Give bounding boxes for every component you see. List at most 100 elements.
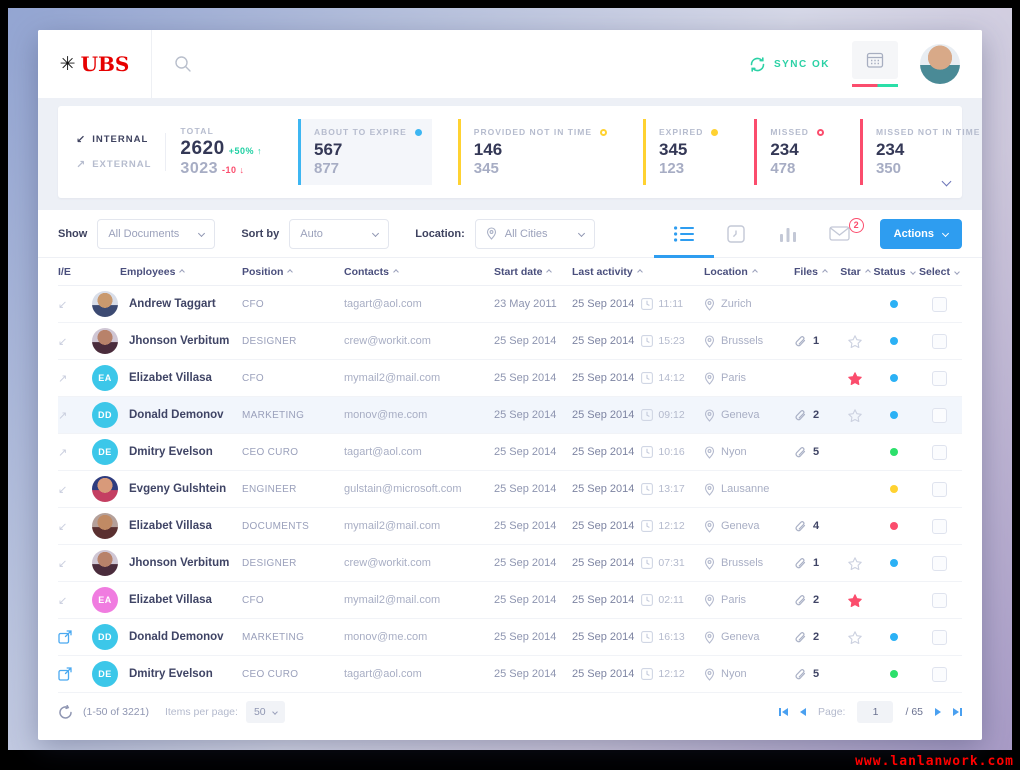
employee-position: DOCUMENTS — [242, 520, 310, 532]
location-pin-icon — [704, 630, 715, 644]
activity-date: 25 Sep 2014 — [572, 298, 635, 310]
employee-email: mymail2@mail.com — [344, 372, 441, 384]
table-row[interactable]: ↙ Andrew Taggart CFO tagart@aol.com 23 May 2… — [58, 286, 962, 323]
table-row[interactable]: ↗ EA Elizabet Villasa CFO mymail2@mail.com 25… — [58, 360, 962, 397]
employee-email: gulstain@microsoft.com — [344, 483, 462, 495]
column-header-position[interactable]: Position — [242, 266, 344, 278]
prev-page-button[interactable] — [800, 708, 807, 716]
page-input[interactable] — [857, 701, 894, 723]
table-row[interactable]: ↗ DD Donald Demonov MARKETING monov@me.com 25… — [58, 397, 962, 434]
clock-icon — [641, 594, 654, 606]
stat-card-expired[interactable]: EXPIRED 345 123 — [643, 119, 728, 185]
table-row[interactable]: ↙ Elizabet Villasa DOCUMENTS mymail2@mail.c… — [58, 508, 962, 545]
row-checkbox[interactable] — [931, 629, 947, 645]
table-row[interactable]: ↙ Jhonson Verbitum DESIGNER crew@workit.com… — [58, 323, 962, 360]
stat-sub-value: 478 — [770, 160, 796, 177]
actions-button[interactable]: Actions — [879, 218, 962, 249]
next-page-button[interactable] — [935, 708, 941, 716]
employee-name: Jhonson Verbitum — [129, 557, 230, 569]
star-icon[interactable] — [848, 334, 862, 348]
table-header-row: I/E Employees Position Contacts Start date La… — [58, 258, 962, 286]
column-header-employees[interactable]: Employees — [92, 266, 242, 278]
employee-position: DESIGNER — [242, 557, 297, 569]
table-row[interactable]: ↙ EA Elizabet Villasa CFO mymail2@mail.com 25… — [58, 582, 962, 619]
tab-chart-view[interactable] — [762, 210, 814, 258]
user-avatar[interactable] — [920, 44, 960, 84]
row-checkbox[interactable] — [931, 444, 947, 460]
ubs-logo[interactable]: ✳ UBS — [38, 30, 152, 98]
stat-card-about-to-expire[interactable]: ABOUT TO EXPIRE 567 877 — [298, 119, 432, 185]
employee-name: Donald Demonov — [129, 409, 224, 421]
external-link-icon[interactable] — [58, 667, 72, 681]
ubs-logo-text: UBS — [80, 52, 130, 76]
star-icon[interactable] — [848, 371, 862, 385]
column-header-status[interactable]: Status — [872, 266, 916, 278]
row-checkbox[interactable] — [931, 481, 947, 497]
location-pin-icon — [704, 519, 715, 533]
chevron-down-icon — [198, 229, 206, 238]
table-row[interactable]: ↗ DE Dmitry Evelson CEO CURO tagart@aol.com 2… — [58, 434, 962, 471]
column-header-last-activity[interactable]: Last activity — [572, 266, 704, 278]
items-per-page-select[interactable]: 50 — [245, 701, 285, 723]
star-icon[interactable] — [848, 630, 862, 644]
column-header-files[interactable]: Files — [794, 266, 838, 278]
stat-value: 234 — [875, 140, 905, 159]
stats-collapse-button[interactable] — [941, 172, 952, 190]
row-checkbox[interactable] — [931, 518, 947, 534]
table-row[interactable]: ↙ Jhonson Verbitum DESIGNER crew@workit.com… — [58, 545, 962, 582]
row-checkbox[interactable] — [931, 370, 947, 386]
star-icon[interactable] — [848, 556, 862, 570]
row-checkbox[interactable] — [931, 296, 947, 312]
star-icon[interactable] — [848, 408, 862, 422]
stat-card-provided-not-in-time[interactable]: PROVIDED NOT IN TIME 146 345 — [457, 119, 617, 185]
location-select[interactable]: All Cities — [474, 218, 595, 249]
activity-date: 25 Sep 2014 — [572, 372, 635, 384]
employee-avatar: DE — [92, 439, 118, 465]
column-header-star[interactable]: Star — [838, 266, 872, 278]
row-checkbox[interactable] — [931, 666, 947, 682]
external-link-icon[interactable] — [58, 630, 72, 644]
column-header-location[interactable]: Location — [704, 266, 794, 278]
employees-table: I/E Employees Position Contacts Start date La… — [38, 258, 982, 693]
column-label: I/E — [58, 265, 71, 278]
row-checkbox[interactable] — [931, 555, 947, 571]
stat-label: MISSED — [770, 127, 809, 137]
row-checkbox[interactable] — [931, 592, 947, 608]
documents-select[interactable]: All Documents — [97, 218, 216, 249]
status-dot-blue — [890, 633, 898, 641]
last-page-button[interactable] — [953, 708, 962, 716]
employee-email: mymail2@mail.com — [344, 520, 441, 532]
external-arrow-icon: ↗ — [58, 409, 68, 422]
internal-row[interactable]: ↙ INTERNAL — [76, 133, 151, 146]
tab-mail-view[interactable]: 2 — [814, 210, 866, 258]
tab-timeline-view[interactable] — [710, 210, 762, 258]
files-count: 5 — [813, 668, 820, 680]
activity-date: 25 Sep 2014 — [572, 409, 635, 421]
employee-avatar: EA — [92, 587, 118, 613]
column-label: Last activity — [572, 265, 633, 278]
table-row[interactable]: DE Dmitry Evelson CEO CURO tagart@aol.com 25… — [58, 656, 962, 693]
employee-avatar — [92, 550, 118, 576]
table-row[interactable]: ↙ Evgeny Gulshtein ENGINEER gulstain@micros… — [58, 471, 962, 508]
tab-list-view[interactable] — [653, 210, 714, 258]
row-checkbox[interactable] — [931, 407, 947, 423]
location-pin-icon — [704, 371, 715, 385]
refresh-icon[interactable] — [58, 704, 73, 720]
column-header-select[interactable]: Select — [916, 266, 962, 278]
search-button[interactable] — [174, 55, 192, 73]
sort-select[interactable]: Auto — [289, 218, 390, 249]
calendar-button[interactable] — [852, 41, 898, 87]
column-header-start-date[interactable]: Start date — [494, 266, 572, 278]
table-row[interactable]: DD Donald Demonov MARKETING monov@me.com 25 … — [58, 619, 962, 656]
stat-card-missed[interactable]: MISSED 234 478 — [754, 119, 834, 185]
sync-button[interactable]: SYNC OK — [749, 56, 830, 73]
internal-arrow-icon: ↙ — [58, 298, 68, 311]
external-row[interactable]: ↗ EXTERNAL — [76, 158, 151, 171]
star-icon[interactable] — [848, 593, 862, 607]
column-header-contacts[interactable]: Contacts — [344, 266, 494, 278]
first-page-button[interactable] — [779, 708, 789, 716]
stat-card-missed-not-in-time[interactable]: MISSED NOT IN TIME 234 350 — [859, 119, 982, 185]
paperclip-icon — [794, 520, 806, 533]
activity-time: 12:12 — [658, 668, 685, 680]
row-checkbox[interactable] — [931, 333, 947, 349]
